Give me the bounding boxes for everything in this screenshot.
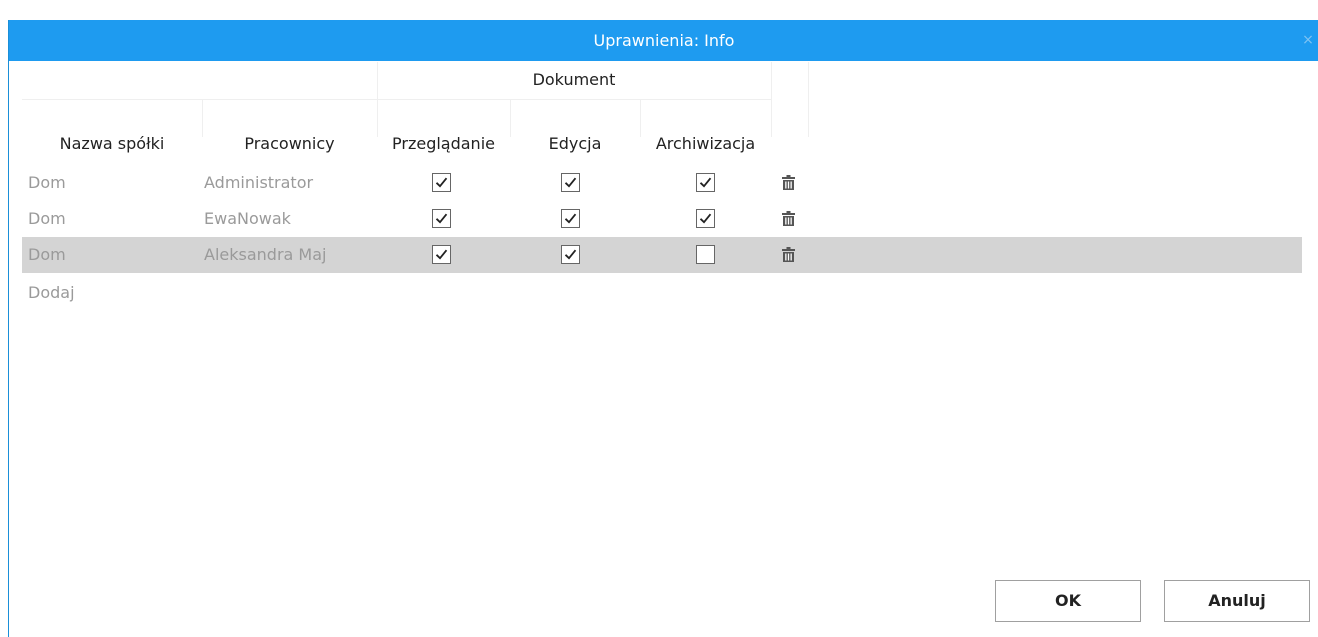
column-divider (640, 100, 641, 137)
employee-cell: Administrator (204, 173, 314, 192)
column-divider (771, 62, 772, 137)
header-divider (22, 99, 377, 100)
company-cell: Dom (28, 209, 66, 228)
table-row[interactable]: Dom EwaNowak (22, 201, 1302, 237)
permissions-dialog: Uprawnienia: Info × Dokument Nazwa spółk… (8, 20, 1318, 637)
close-icon[interactable]: × (1297, 20, 1318, 61)
checkmark-icon (564, 213, 577, 224)
archive-checkbox[interactable] (696, 209, 715, 228)
edit-checkbox[interactable] (561, 209, 580, 228)
dialog-title: Uprawnienia: Info (593, 31, 735, 50)
trash-icon[interactable] (782, 175, 795, 194)
column-header-company: Nazwa spółki (59, 134, 165, 153)
employee-cell: Aleksandra Maj (204, 245, 327, 264)
archive-checkbox[interactable] (696, 245, 715, 264)
trash-icon[interactable] (782, 247, 795, 266)
dialog-titlebar: Uprawnienia: Info × (9, 20, 1318, 61)
view-checkbox[interactable] (432, 173, 451, 192)
company-cell: Dom (28, 173, 66, 192)
edit-checkbox[interactable] (561, 245, 580, 264)
column-divider (808, 62, 809, 137)
table-row-selected[interactable]: Dom Aleksandra Maj (22, 237, 1302, 273)
archive-checkbox[interactable] (696, 173, 715, 192)
column-divider (202, 100, 203, 137)
cancel-button[interactable]: Anuluj (1164, 580, 1310, 622)
header-divider (377, 99, 771, 100)
group-header-document: Dokument (532, 70, 616, 89)
checkmark-icon (435, 177, 448, 188)
column-divider (510, 100, 511, 137)
checkmark-icon (564, 177, 577, 188)
view-checkbox[interactable] (432, 209, 451, 228)
company-cell: Dom (28, 245, 66, 264)
column-header-view: Przeglądanie (392, 134, 495, 153)
edit-checkbox[interactable] (561, 173, 580, 192)
checkmark-icon (699, 213, 712, 224)
table-row[interactable]: Dom Administrator (22, 165, 1302, 201)
trash-icon[interactable] (782, 211, 795, 230)
add-link[interactable]: Dodaj (28, 282, 75, 304)
checkmark-icon (435, 249, 448, 260)
checkmark-icon (699, 177, 712, 188)
checkmark-icon (564, 249, 577, 260)
column-header-archive: Archiwizacja (655, 134, 756, 153)
ok-button[interactable]: OK (995, 580, 1141, 622)
column-header-employees: Pracownicy (244, 134, 335, 153)
view-checkbox[interactable] (432, 245, 451, 264)
column-header-edit: Edycja (548, 134, 602, 153)
checkmark-icon (435, 213, 448, 224)
employee-cell: EwaNowak (204, 209, 291, 228)
